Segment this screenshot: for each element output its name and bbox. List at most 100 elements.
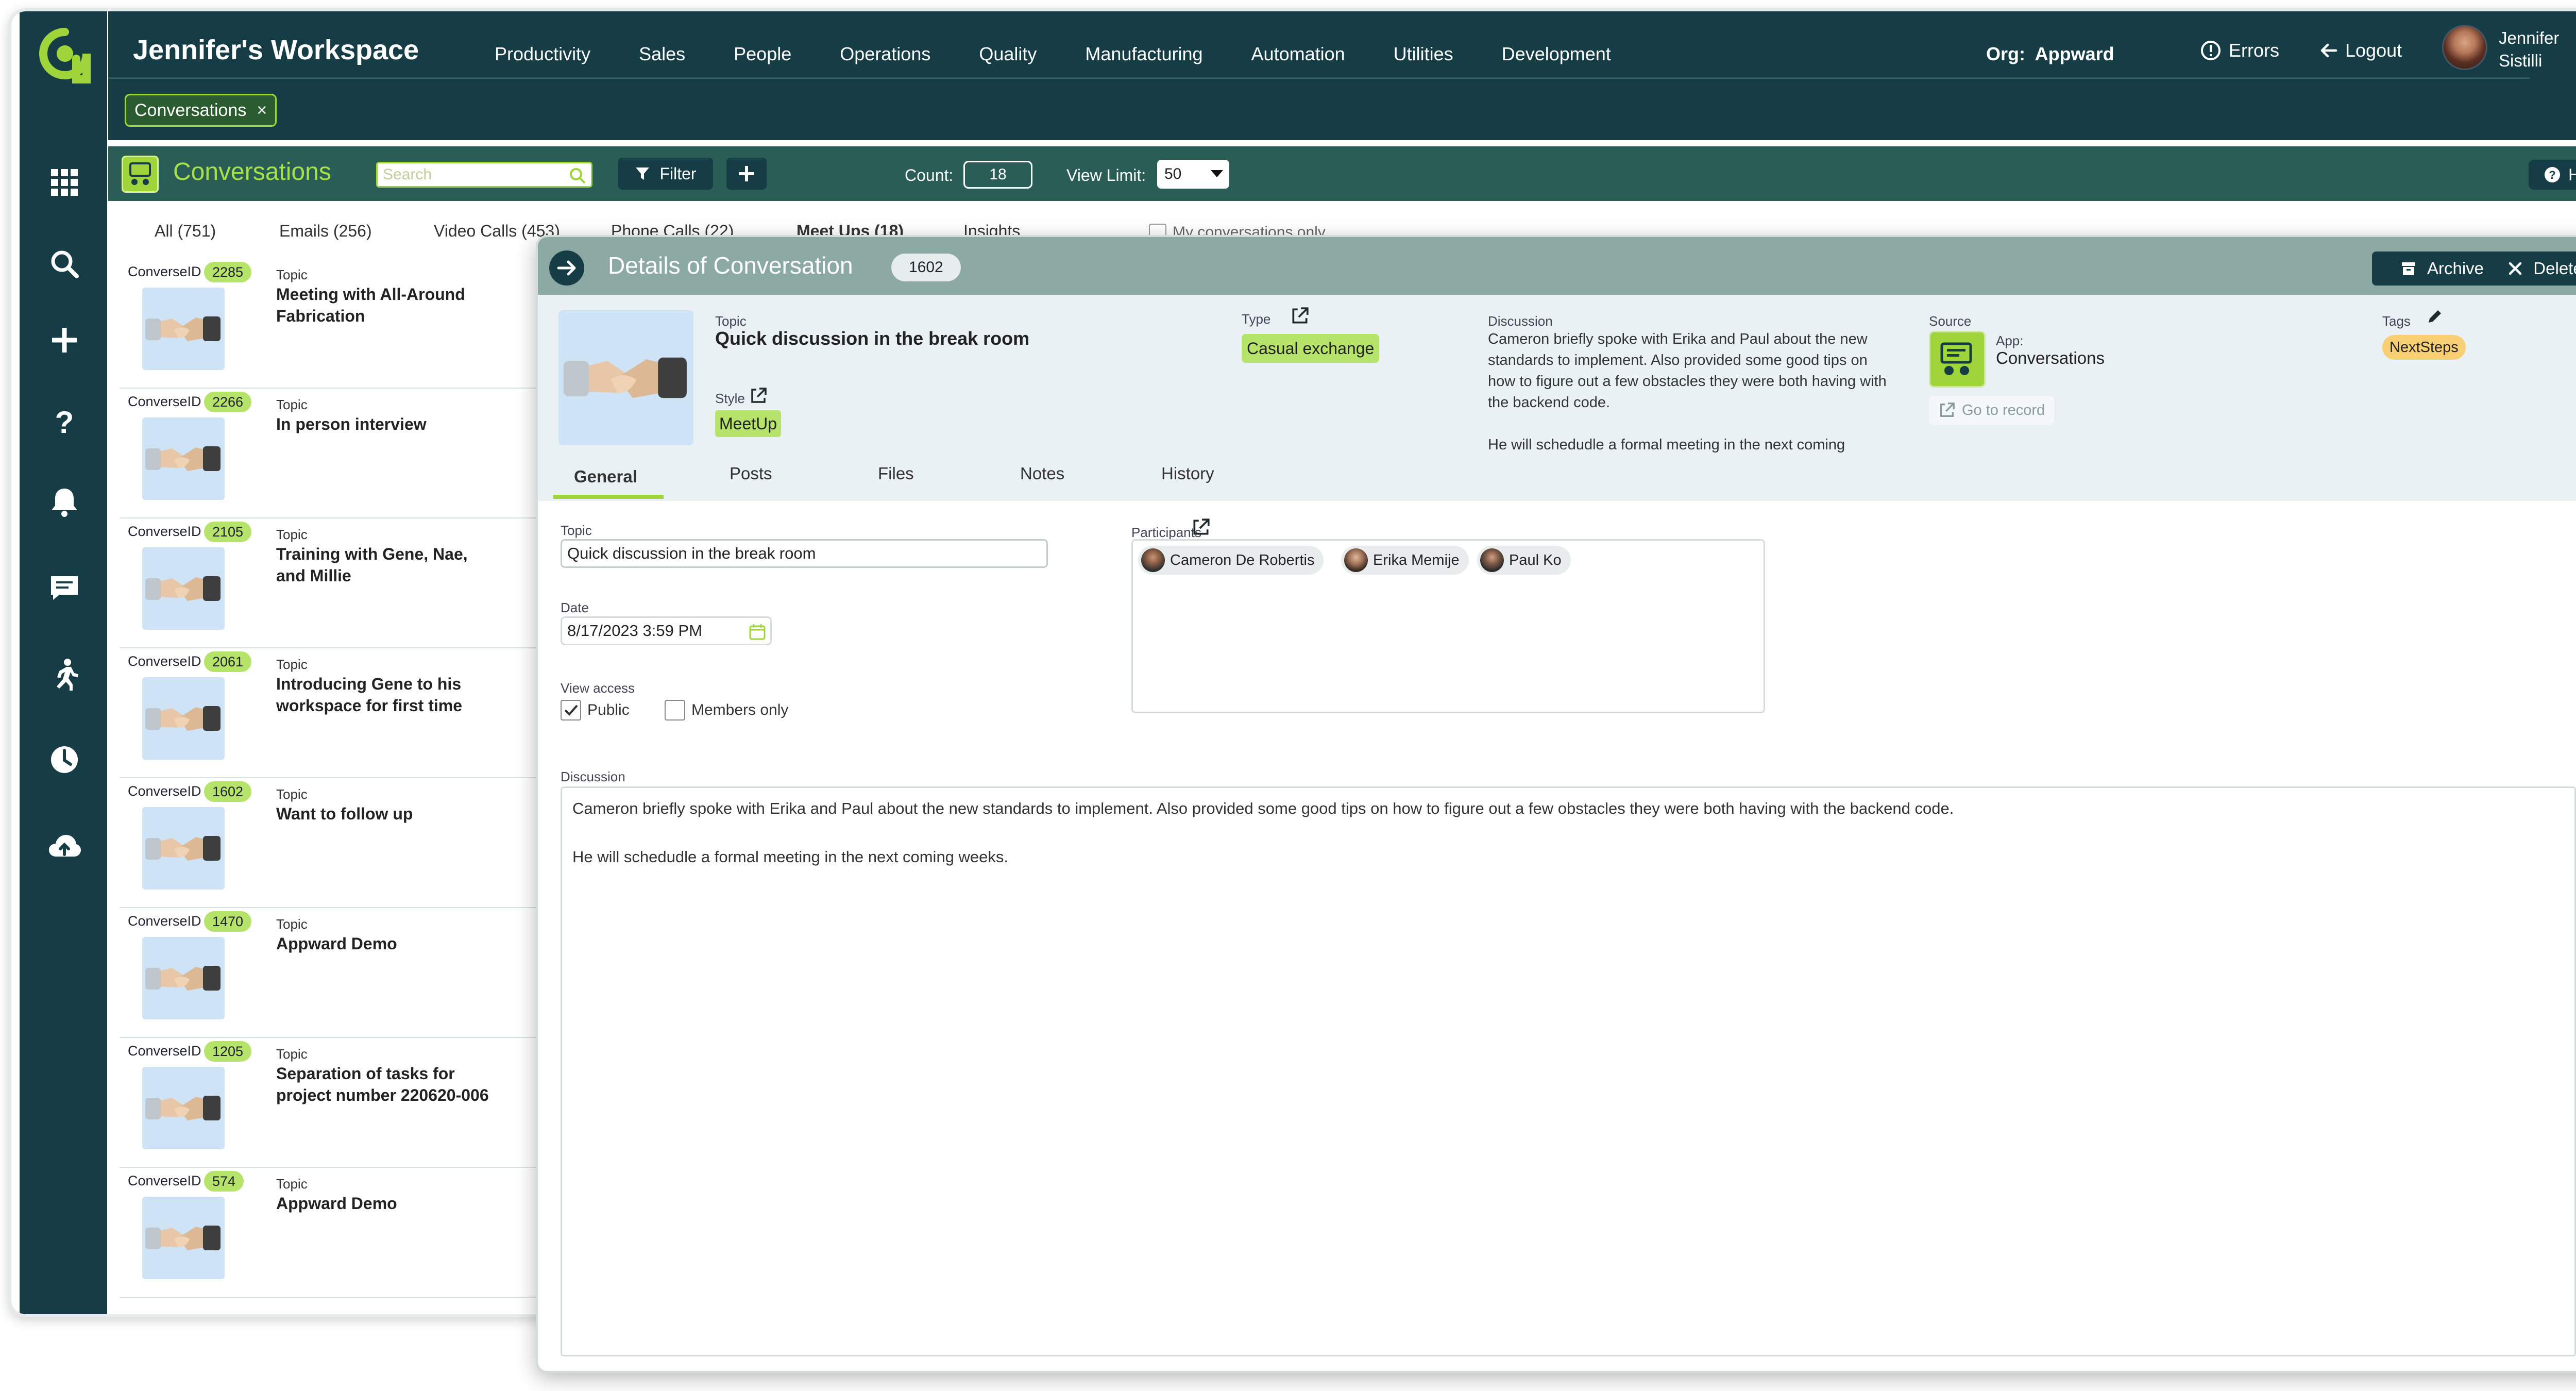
nav-development[interactable]: Development	[1502, 43, 1611, 65]
conversation-card[interactable]: ConverseID 2285 Topic Meeting with All-Arou…	[120, 259, 573, 389]
user-avatar[interactable]	[2442, 25, 2487, 70]
chat-icon[interactable]	[48, 572, 81, 605]
logout-button[interactable]: Logout	[2318, 40, 2402, 61]
conversation-card[interactable]: ConverseID 1470 Topic Appward Demo	[120, 908, 573, 1038]
svg-text:?: ?	[2549, 169, 2555, 181]
tab-posts[interactable]: Posts	[730, 464, 772, 483]
add-conversation-button[interactable]	[726, 158, 767, 190]
view-limit-select[interactable]: 50	[1157, 160, 1229, 189]
topic-input[interactable]	[561, 539, 1048, 568]
public-option[interactable]: Public	[561, 700, 630, 720]
discussion-field-label: Discussion	[561, 769, 625, 784]
conversation-detail-panel: Details of Conversation 1602 Archive Del…	[536, 235, 2576, 1373]
view-access-label: View access	[561, 680, 635, 696]
members-only-checkbox[interactable]	[665, 700, 685, 720]
members-only-option[interactable]: Members only	[665, 700, 788, 720]
filter-button[interactable]: Filter	[618, 158, 713, 190]
collapse-panel-button[interactable]	[549, 250, 584, 286]
card-topic: Want to follow up	[276, 805, 413, 823]
main-nav: Productivity Sales People Operations Qua…	[495, 43, 1611, 65]
search-box[interactable]	[376, 162, 592, 188]
plus-icon[interactable]	[48, 324, 81, 357]
conversation-thumbnail	[142, 417, 225, 500]
user-name[interactable]: Jennifer Sistilli	[2499, 27, 2576, 72]
tab-history[interactable]: History	[1161, 464, 1214, 483]
date-input[interactable]: 8/17/2023 3:59 PM	[561, 616, 772, 645]
nav-people[interactable]: People	[734, 43, 791, 65]
help-button[interactable]: ? Help	[2529, 160, 2576, 190]
chevron-down-icon	[1211, 170, 1223, 177]
tab-general[interactable]: General	[574, 467, 637, 487]
user-last-name: Sistilli	[2499, 51, 2543, 70]
conversation-card[interactable]: ConverseID 2266 Topic In person interview	[120, 389, 573, 518]
org-indicator[interactable]: Org: Appward	[1986, 43, 2114, 65]
converse-id-badge: 1470	[204, 911, 252, 932]
activity-icon[interactable]	[48, 658, 81, 691]
open-tab-conversations[interactable]: Conversations ×	[125, 94, 277, 127]
participant-chip[interactable]: Erika Memije	[1341, 546, 1469, 575]
apps-grid-icon[interactable]	[48, 166, 81, 199]
top-header: Jennifer's Workspace Productivity Sales …	[108, 11, 2576, 140]
converse-id-badge: 1205	[204, 1041, 252, 1062]
pencil-icon[interactable]	[2426, 307, 2444, 326]
handshake-icon	[142, 937, 225, 1019]
discussion-textarea[interactable]: Cameron briefly spoke with Erika and Pau…	[561, 786, 2576, 1356]
conversation-thumbnail	[142, 1067, 225, 1149]
conversation-thumbnail	[142, 937, 225, 1019]
conversation-card[interactable]: ConverseID 2061 Topic Introducing Gene to h…	[120, 648, 573, 778]
nav-productivity[interactable]: Productivity	[495, 43, 590, 65]
external-link-icon[interactable]	[1290, 306, 1310, 326]
public-checkbox[interactable]	[561, 700, 581, 720]
search-input[interactable]	[378, 163, 553, 186]
tab-all[interactable]: All (751)	[155, 222, 216, 241]
conversations-app-icon	[122, 156, 159, 193]
clock-icon[interactable]	[48, 743, 81, 776]
calendar-icon[interactable]	[748, 622, 767, 642]
participant-name: Paul Ko	[1509, 551, 1562, 568]
go-to-record-label: Go to record	[1962, 401, 2045, 418]
tab-emails[interactable]: Emails (256)	[279, 222, 372, 241]
conversation-card[interactable]: ConverseID 1602 Topic Want to follow up	[120, 778, 573, 908]
nav-sales[interactable]: Sales	[639, 43, 685, 65]
go-to-record-button[interactable]: Go to record	[1929, 396, 2055, 425]
tag-badge[interactable]: NextSteps	[2382, 335, 2466, 360]
org-label: Org:	[1986, 43, 2025, 64]
delete-button[interactable]: Delete	[2490, 252, 2576, 286]
handshake-icon	[142, 1067, 225, 1149]
conversation-card[interactable]: ConverseID 1205 Topic Separation of tasks f…	[120, 1038, 573, 1168]
nav-utilities[interactable]: Utilities	[1394, 43, 1453, 65]
conversation-card[interactable]: ConverseID 574 Topic Appward Demo	[120, 1168, 573, 1298]
participants-box[interactable]: Cameron De Robertis Erika Memije Paul Ko	[1131, 539, 1765, 713]
handshake-icon	[558, 310, 693, 445]
converse-id-label: ConverseID	[128, 394, 201, 409]
style-badge: MeetUp	[715, 410, 782, 437]
help-icon[interactable]: ?	[48, 405, 81, 438]
external-link-icon[interactable]	[1191, 517, 1211, 537]
cloud-upload-icon[interactable]	[48, 831, 81, 864]
external-link-icon[interactable]	[749, 387, 768, 405]
nav-operations[interactable]: Operations	[840, 43, 930, 65]
bell-icon[interactable]	[48, 485, 81, 518]
handshake-icon	[142, 547, 225, 630]
type-label: Type	[1242, 311, 1271, 327]
card-topic: In person interview	[276, 415, 427, 433]
participant-chip[interactable]: Cameron De Robertis	[1138, 546, 1324, 575]
participant-chip[interactable]: Paul Ko	[1477, 546, 1571, 575]
errors-button[interactable]: Errors	[2200, 40, 2279, 61]
card-topic-label: Topic	[276, 1046, 308, 1062]
card-topic: Training with Gene, Nae, and Millie	[276, 545, 468, 585]
nav-automation[interactable]: Automation	[1251, 43, 1345, 65]
close-icon[interactable]: ×	[257, 100, 267, 121]
tab-files[interactable]: Files	[878, 464, 914, 483]
appward-logo[interactable]	[39, 28, 91, 85]
search-icon[interactable]	[48, 247, 81, 280]
nav-quality[interactable]: Quality	[979, 43, 1037, 65]
nav-manufacturing[interactable]: Manufacturing	[1085, 43, 1202, 65]
conversation-card[interactable]: ConverseID 2105 Topic Training with Gene, N…	[120, 518, 573, 648]
converse-id-badge: 2285	[204, 262, 252, 282]
tab-notes[interactable]: Notes	[1020, 464, 1064, 483]
arrow-right-icon	[557, 260, 576, 276]
help-icon: ?	[2545, 167, 2561, 182]
participant-name: Cameron De Robertis	[1170, 551, 1315, 568]
search-icon[interactable]	[568, 166, 587, 185]
